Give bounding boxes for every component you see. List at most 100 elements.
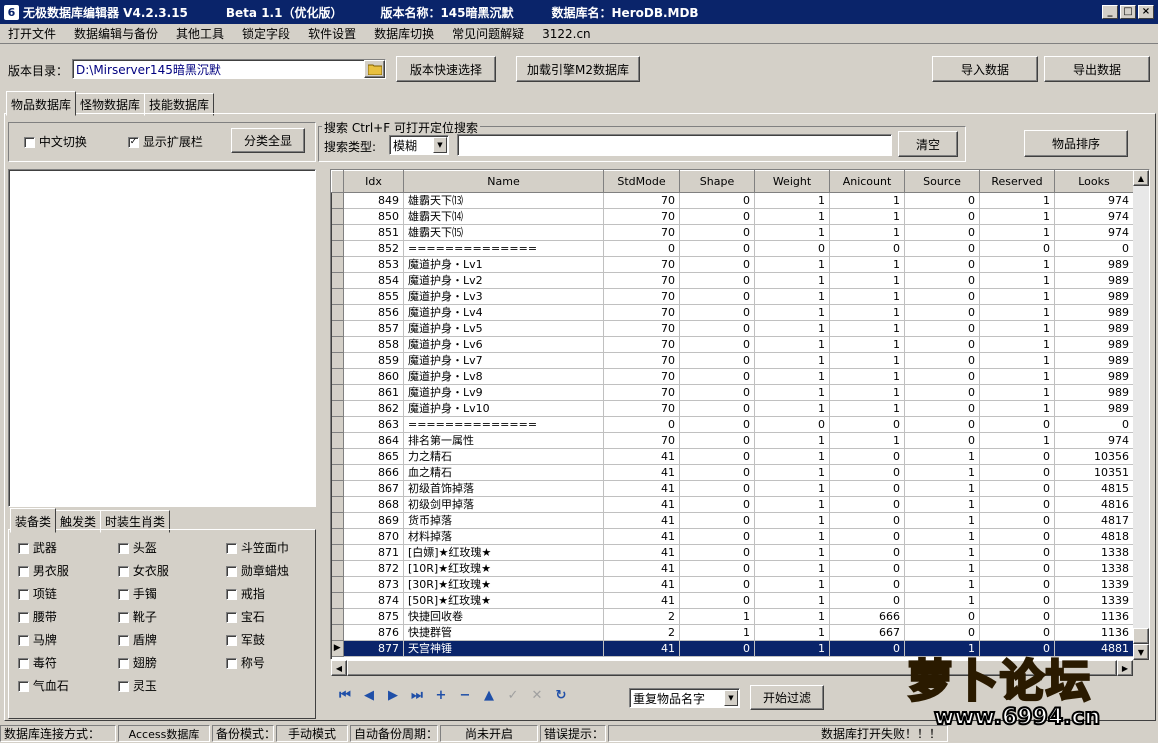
cell-source[interactable]: 1	[904, 480, 980, 497]
cell-stdmode[interactable]: 70	[603, 208, 680, 225]
table-row[interactable]: 851 雄霸天下⒂ 70 0 1 1 0 1 974	[331, 224, 1134, 241]
menu-lock-fields[interactable]: 锁定字段	[242, 25, 290, 42]
cell-idx[interactable]: 863	[343, 416, 404, 433]
cell-source[interactable]: 0	[904, 352, 980, 369]
cell-shape[interactable]: 0	[679, 304, 755, 321]
cell-reserved[interactable]: 0	[979, 528, 1055, 545]
cell-reserved[interactable]: 1	[979, 368, 1055, 385]
cell-reserved[interactable]: 1	[979, 224, 1055, 241]
cell-looks[interactable]: 4818	[1054, 528, 1134, 545]
start-filter-button[interactable]: 开始过滤	[750, 685, 824, 710]
cell-source[interactable]: 0	[904, 224, 980, 241]
cell-shape[interactable]: 0	[679, 448, 755, 465]
cell-name[interactable]: 魔道护身・Lv9	[403, 384, 604, 401]
table-row[interactable]: 862 魔道护身・Lv10 70 0 1 1 0 1 989	[331, 400, 1134, 417]
category-checkbox[interactable]: 项链	[18, 585, 57, 602]
checkbox-icon[interactable]	[226, 589, 237, 600]
checkbox-icon[interactable]	[18, 658, 29, 669]
checkbox-icon[interactable]	[18, 635, 29, 646]
cell-weight[interactable]: 1	[754, 368, 830, 385]
cell-anicount[interactable]: 1	[829, 208, 905, 225]
row-indicator[interactable]	[331, 624, 344, 641]
cell-idx[interactable]: 858	[343, 336, 404, 353]
cell-name[interactable]: [30R]★红玫瑰★	[403, 576, 604, 593]
cell-source[interactable]: 0	[904, 288, 980, 305]
first-record-icon[interactable]: ⏮	[336, 688, 354, 703]
cell-idx[interactable]: 854	[343, 272, 404, 289]
cell-weight[interactable]: 1	[754, 576, 830, 593]
row-indicator[interactable]	[331, 480, 344, 497]
cell-weight[interactable]: 1	[754, 560, 830, 577]
cell-shape[interactable]: 0	[679, 224, 755, 241]
table-row[interactable]: 876 快捷群管 2 1 1 667 0 0 1136	[331, 624, 1134, 641]
category-checkbox[interactable]: 军鼓	[226, 631, 265, 648]
cell-shape[interactable]: 0	[679, 496, 755, 513]
table-row[interactable]: 853 魔道护身・Lv1 70 0 1 1 0 1 989	[331, 256, 1134, 273]
table-row[interactable]: 860 魔道护身・Lv8 70 0 1 1 0 1 989	[331, 368, 1134, 385]
cell-anicount[interactable]: 1	[829, 400, 905, 417]
cell-name[interactable]: 雄霸天下⒀	[403, 192, 604, 209]
table-row[interactable]: 852 ============== 0 0 0 0 0 0 0	[331, 240, 1134, 257]
cell-shape[interactable]: 0	[679, 192, 755, 209]
last-record-icon[interactable]: ⏭	[408, 688, 426, 703]
category-checkbox[interactable]: 头盔	[118, 539, 157, 556]
category-checkbox[interactable]: 宝石	[226, 608, 265, 625]
edit-record-icon[interactable]: ▲	[480, 688, 498, 703]
cell-shape[interactable]: 0	[679, 320, 755, 337]
cell-name[interactable]: 魔道护身・Lv6	[403, 336, 604, 353]
cell-stdmode[interactable]: 2	[603, 608, 680, 625]
cell-idx[interactable]: 849	[343, 192, 404, 209]
cell-reserved[interactable]: 1	[979, 432, 1055, 449]
cell-idx[interactable]: 861	[343, 384, 404, 401]
category-checkbox[interactable]: 马牌	[18, 631, 57, 648]
cell-name[interactable]: ==============	[403, 416, 604, 433]
cell-shape[interactable]: 0	[679, 544, 755, 561]
minimize-button[interactable]: _	[1102, 5, 1118, 19]
cell-anicount[interactable]: 1	[829, 224, 905, 241]
column-header-shape[interactable]: Shape	[679, 170, 755, 193]
category-checkbox[interactable]: 戒指	[226, 585, 265, 602]
menu-faq[interactable]: 常见问题解疑	[452, 25, 524, 42]
cell-looks[interactable]: 989	[1054, 368, 1134, 385]
cell-stdmode[interactable]: 70	[603, 336, 680, 353]
cell-weight[interactable]: 1	[754, 512, 830, 529]
table-row[interactable]: 867 初级首饰掉落 41 0 1 0 1 0 4815	[331, 480, 1134, 497]
cell-source[interactable]: 1	[904, 448, 980, 465]
cell-anicount[interactable]: 0	[829, 544, 905, 561]
cell-shape[interactable]: 0	[679, 592, 755, 609]
cell-source[interactable]: 0	[904, 272, 980, 289]
cell-stdmode[interactable]: 70	[603, 288, 680, 305]
cell-reserved[interactable]: 0	[979, 512, 1055, 529]
row-indicator[interactable]	[331, 464, 344, 481]
cell-looks[interactable]: 10351	[1054, 464, 1134, 481]
cell-weight[interactable]: 1	[754, 224, 830, 241]
cell-source[interactable]: 1	[904, 528, 980, 545]
cell-idx[interactable]: 868	[343, 496, 404, 513]
column-header-looks[interactable]: Looks	[1054, 170, 1134, 193]
cell-stdmode[interactable]: 70	[603, 224, 680, 241]
cell-anicount[interactable]: 1	[829, 384, 905, 401]
row-indicator[interactable]	[331, 320, 344, 337]
cell-name[interactable]: 快捷回收卷	[403, 608, 604, 625]
cell-looks[interactable]: 974	[1054, 192, 1134, 209]
row-indicator[interactable]	[331, 304, 344, 321]
cell-anicount[interactable]: 1	[829, 368, 905, 385]
cell-source[interactable]: 0	[904, 256, 980, 273]
checkbox-icon[interactable]	[118, 658, 129, 669]
column-header-idx[interactable]: Idx	[343, 170, 404, 193]
cell-anicount[interactable]: 0	[829, 496, 905, 513]
cell-stdmode[interactable]: 70	[603, 192, 680, 209]
cell-reserved[interactable]: 1	[979, 320, 1055, 337]
menu-data-edit[interactable]: 数据编辑与备份	[74, 25, 158, 42]
quick-select-button[interactable]: 版本快速选择	[396, 56, 496, 82]
cell-reserved[interactable]: 0	[979, 624, 1055, 641]
item-list[interactable]	[8, 169, 316, 507]
cell-looks[interactable]: 989	[1054, 320, 1134, 337]
cell-reserved[interactable]: 1	[979, 352, 1055, 369]
cell-stdmode[interactable]: 41	[603, 528, 680, 545]
cell-shape[interactable]: 0	[679, 480, 755, 497]
cell-reserved[interactable]: 1	[979, 400, 1055, 417]
cell-idx[interactable]: 851	[343, 224, 404, 241]
cell-source[interactable]: 1	[904, 464, 980, 481]
cell-shape[interactable]: 0	[679, 288, 755, 305]
